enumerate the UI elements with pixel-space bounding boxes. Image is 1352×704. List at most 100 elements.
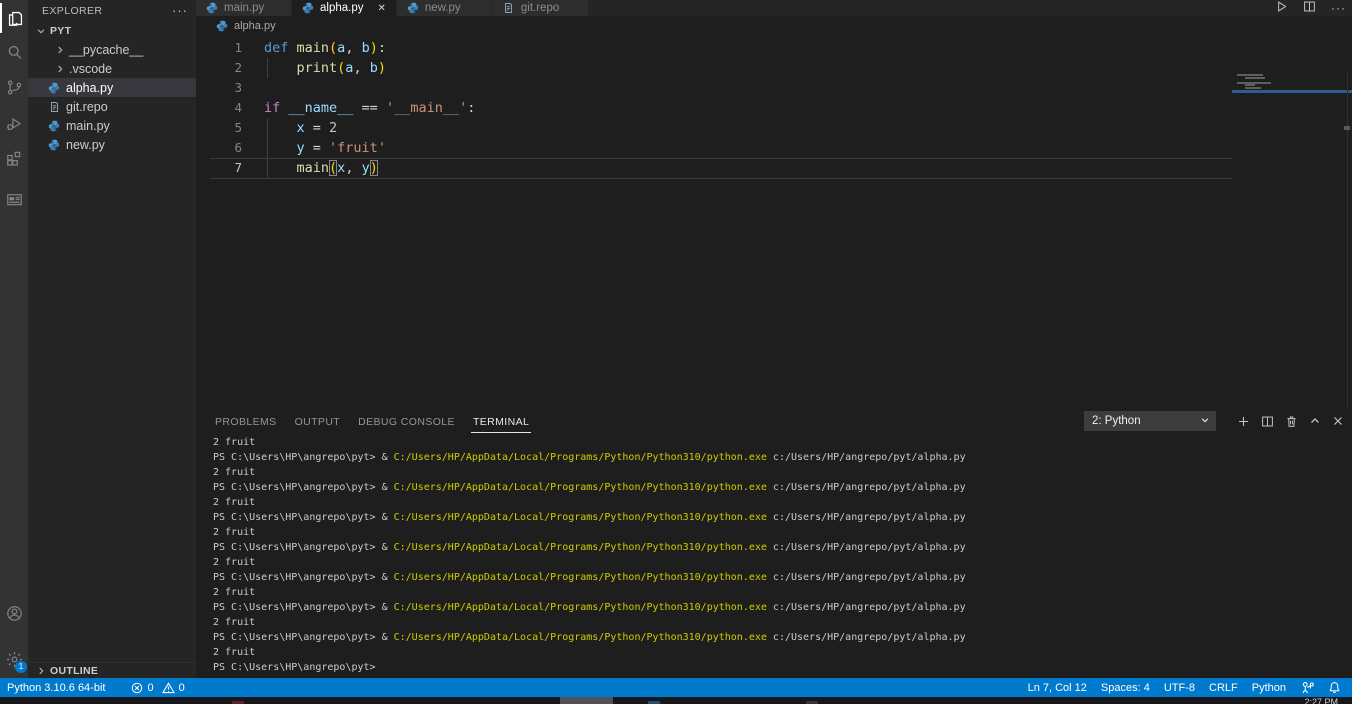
terminal-output-line: 2 fruit	[213, 585, 1343, 600]
taskbar-active-app	[560, 697, 613, 704]
terminal-command-line: PS C:\Users\HP\angrepo\pyt> & C:/Users/H…	[213, 570, 1343, 585]
code-text: print(a, b)	[264, 58, 386, 78]
run-python-file-icon[interactable]	[1275, 0, 1288, 16]
python-icon	[47, 139, 61, 151]
terminal-command-line: PS C:\Users\HP\angrepo\pyt> & C:/Users/H…	[213, 480, 1343, 495]
close-tab-icon[interactable]: ✕	[377, 3, 385, 14]
status-item-utf-8[interactable]: UTF-8	[1157, 682, 1202, 694]
tree-item-main.py[interactable]: main.py	[28, 116, 196, 135]
editor-actions: ···	[1275, 0, 1346, 16]
line-number: 1	[196, 38, 242, 58]
terminal-command-line: PS C:\Users\HP\angrepo\pyt> & C:/Users/H…	[213, 510, 1343, 525]
status-item-crlf[interactable]: CRLF	[1202, 682, 1245, 694]
tab-alpha.py[interactable]: alpha.py✕	[292, 0, 397, 16]
tab-bar: main.pyalpha.py✕new.pygit.repo	[196, 0, 1352, 16]
python-interpreter-status[interactable]: Python 3.10.6 64-bit	[0, 682, 112, 694]
code-line-3[interactable]: 3	[196, 78, 1352, 98]
breadcrumb[interactable]: alpha.py	[196, 16, 1352, 36]
explorer-sidebar: EXPLORER ··· PYT __pycache__.vscodealpha…	[28, 0, 196, 678]
close-panel-icon[interactable]	[1332, 415, 1344, 427]
code-text: x = 2	[264, 118, 337, 138]
tree-item-new.py[interactable]: new.py	[28, 135, 196, 154]
panel-actions: 2: Python	[1084, 411, 1344, 431]
problems-status[interactable]: 0 0	[124, 682, 191, 694]
panel-tab-terminal[interactable]: TERMINAL	[471, 411, 531, 433]
maximize-panel-icon[interactable]	[1309, 415, 1321, 427]
terminal-output[interactable]: 2 fruitPS C:\Users\HP\angrepo\pyt> & C:/…	[213, 435, 1343, 678]
tab-git.repo[interactable]: git.repo	[493, 0, 589, 16]
settings-badge: 1	[15, 661, 27, 673]
account-icon[interactable]	[0, 598, 28, 628]
terminal-output-line: 2 fruit	[213, 435, 1343, 450]
tree-item-.vscode[interactable]: .vscode	[28, 59, 196, 78]
code-line-4[interactable]: 4if __name__ == '__main__':	[196, 98, 1352, 118]
chevron-down-icon	[36, 26, 48, 36]
status-bar-right: Ln 7, Col 12Spaces: 4UTF-8CRLFPython	[1021, 681, 1348, 694]
more-actions-icon[interactable]: ···	[1331, 1, 1346, 15]
explorer-icon[interactable]	[0, 3, 28, 33]
feedback-icon[interactable]	[1293, 681, 1321, 694]
line-number: 3	[196, 78, 242, 98]
code-text: main(x, y)	[264, 158, 378, 178]
code-line-6[interactable]: 6 y = 'fruit'	[196, 138, 1352, 158]
code-line-2[interactable]: 2 print(a, b)	[196, 58, 1352, 78]
chevron-down-icon	[1200, 415, 1210, 428]
file-icon	[47, 101, 61, 113]
terminal-select[interactable]: 2: Python	[1084, 411, 1216, 431]
panel-tab-problems[interactable]: PROBLEMS	[213, 411, 279, 432]
tab-new.py[interactable]: new.py	[397, 0, 493, 16]
panel-tab-debug-console[interactable]: DEBUG CONSOLE	[356, 411, 457, 432]
bottom-panel: PROBLEMS OUTPUT DEBUG CONSOLE TERMINAL 2: P…	[196, 408, 1352, 678]
run-debug-icon[interactable]	[0, 108, 28, 138]
terminal-command-line: PS C:\Users\HP\angrepo\pyt> & C:/Users/H…	[213, 540, 1343, 555]
explorer-title: EXPLORER	[42, 5, 172, 17]
windows-taskbar-partial: 2:27 PM	[0, 697, 1352, 704]
status-item-spaces-4[interactable]: Spaces: 4	[1094, 682, 1157, 694]
file-tree: PYT __pycache__.vscodealpha.pygit.repoma…	[28, 21, 196, 154]
current-line-border-bottom	[210, 178, 1232, 179]
python-icon	[47, 82, 61, 94]
explorer-more-icon[interactable]: ···	[172, 3, 188, 18]
notifications-bell-icon[interactable]	[1321, 681, 1348, 694]
tab-main.py[interactable]: main.py	[196, 0, 292, 16]
outline-section[interactable]: OUTLINE	[28, 662, 196, 679]
code-line-1[interactable]: 1 def main(a, b):	[196, 38, 1352, 58]
code-line-7[interactable]: 7 main(x, y)	[196, 158, 1352, 178]
code-text: if __name__ == '__main__':	[264, 98, 475, 118]
terminal-command-line: PS C:\Users\HP\angrepo\pyt> & C:/Users/H…	[213, 630, 1343, 645]
python-icon	[407, 2, 421, 14]
terminal-output-line: 2 fruit	[213, 615, 1343, 630]
source-control-icon[interactable]	[0, 72, 28, 102]
warning-count: 0	[179, 682, 185, 694]
tree-item-git.repo[interactable]: git.repo	[28, 97, 196, 116]
status-item-ln-7-col-12[interactable]: Ln 7, Col 12	[1021, 682, 1094, 694]
tree-item-alpha.py[interactable]: alpha.py	[28, 78, 196, 97]
search-icon[interactable]	[0, 37, 28, 67]
custom-view-icon[interactable]	[0, 184, 28, 214]
settings-gear-icon[interactable]: 1	[0, 644, 28, 674]
code-editor[interactable]: 1 def main(a, b):2 print(a, b)34if __name…	[196, 36, 1352, 408]
tree-section-pyt[interactable]: PYT	[28, 21, 196, 40]
new-terminal-icon[interactable]	[1237, 415, 1250, 428]
taskbar-clock: 2:27 PM	[1304, 697, 1338, 704]
split-terminal-icon[interactable]	[1261, 415, 1274, 428]
code-text: def main(a, b):	[264, 38, 386, 58]
split-editor-icon[interactable]	[1303, 0, 1316, 16]
kill-terminal-icon[interactable]	[1285, 415, 1298, 428]
activity-bar: 1	[0, 0, 28, 678]
panel-tab-output[interactable]: OUTPUT	[293, 411, 343, 432]
extensions-icon[interactable]	[0, 142, 28, 172]
code-line-5[interactable]: 5 x = 2	[196, 118, 1352, 138]
error-count: 0	[147, 682, 153, 694]
panel-tabs: PROBLEMS OUTPUT DEBUG CONSOLE TERMINAL	[213, 408, 531, 435]
terminal-output-line: 2 fruit	[213, 495, 1343, 510]
status-item-python[interactable]: Python	[1245, 682, 1293, 694]
warning-icon	[162, 682, 175, 694]
code-text: y = 'fruit'	[264, 138, 386, 158]
chevron-right-icon	[55, 45, 67, 55]
tree-item-__pycache__[interactable]: __pycache__	[28, 40, 196, 59]
terminal-output-line: 2 fruit	[213, 645, 1343, 660]
python-icon	[206, 2, 220, 14]
terminal-command-line: PS C:\Users\HP\angrepo\pyt>	[213, 660, 1343, 675]
vscode-window: 1 EXPLORER ··· PYT __pycache__.vscodealp…	[0, 0, 1352, 704]
